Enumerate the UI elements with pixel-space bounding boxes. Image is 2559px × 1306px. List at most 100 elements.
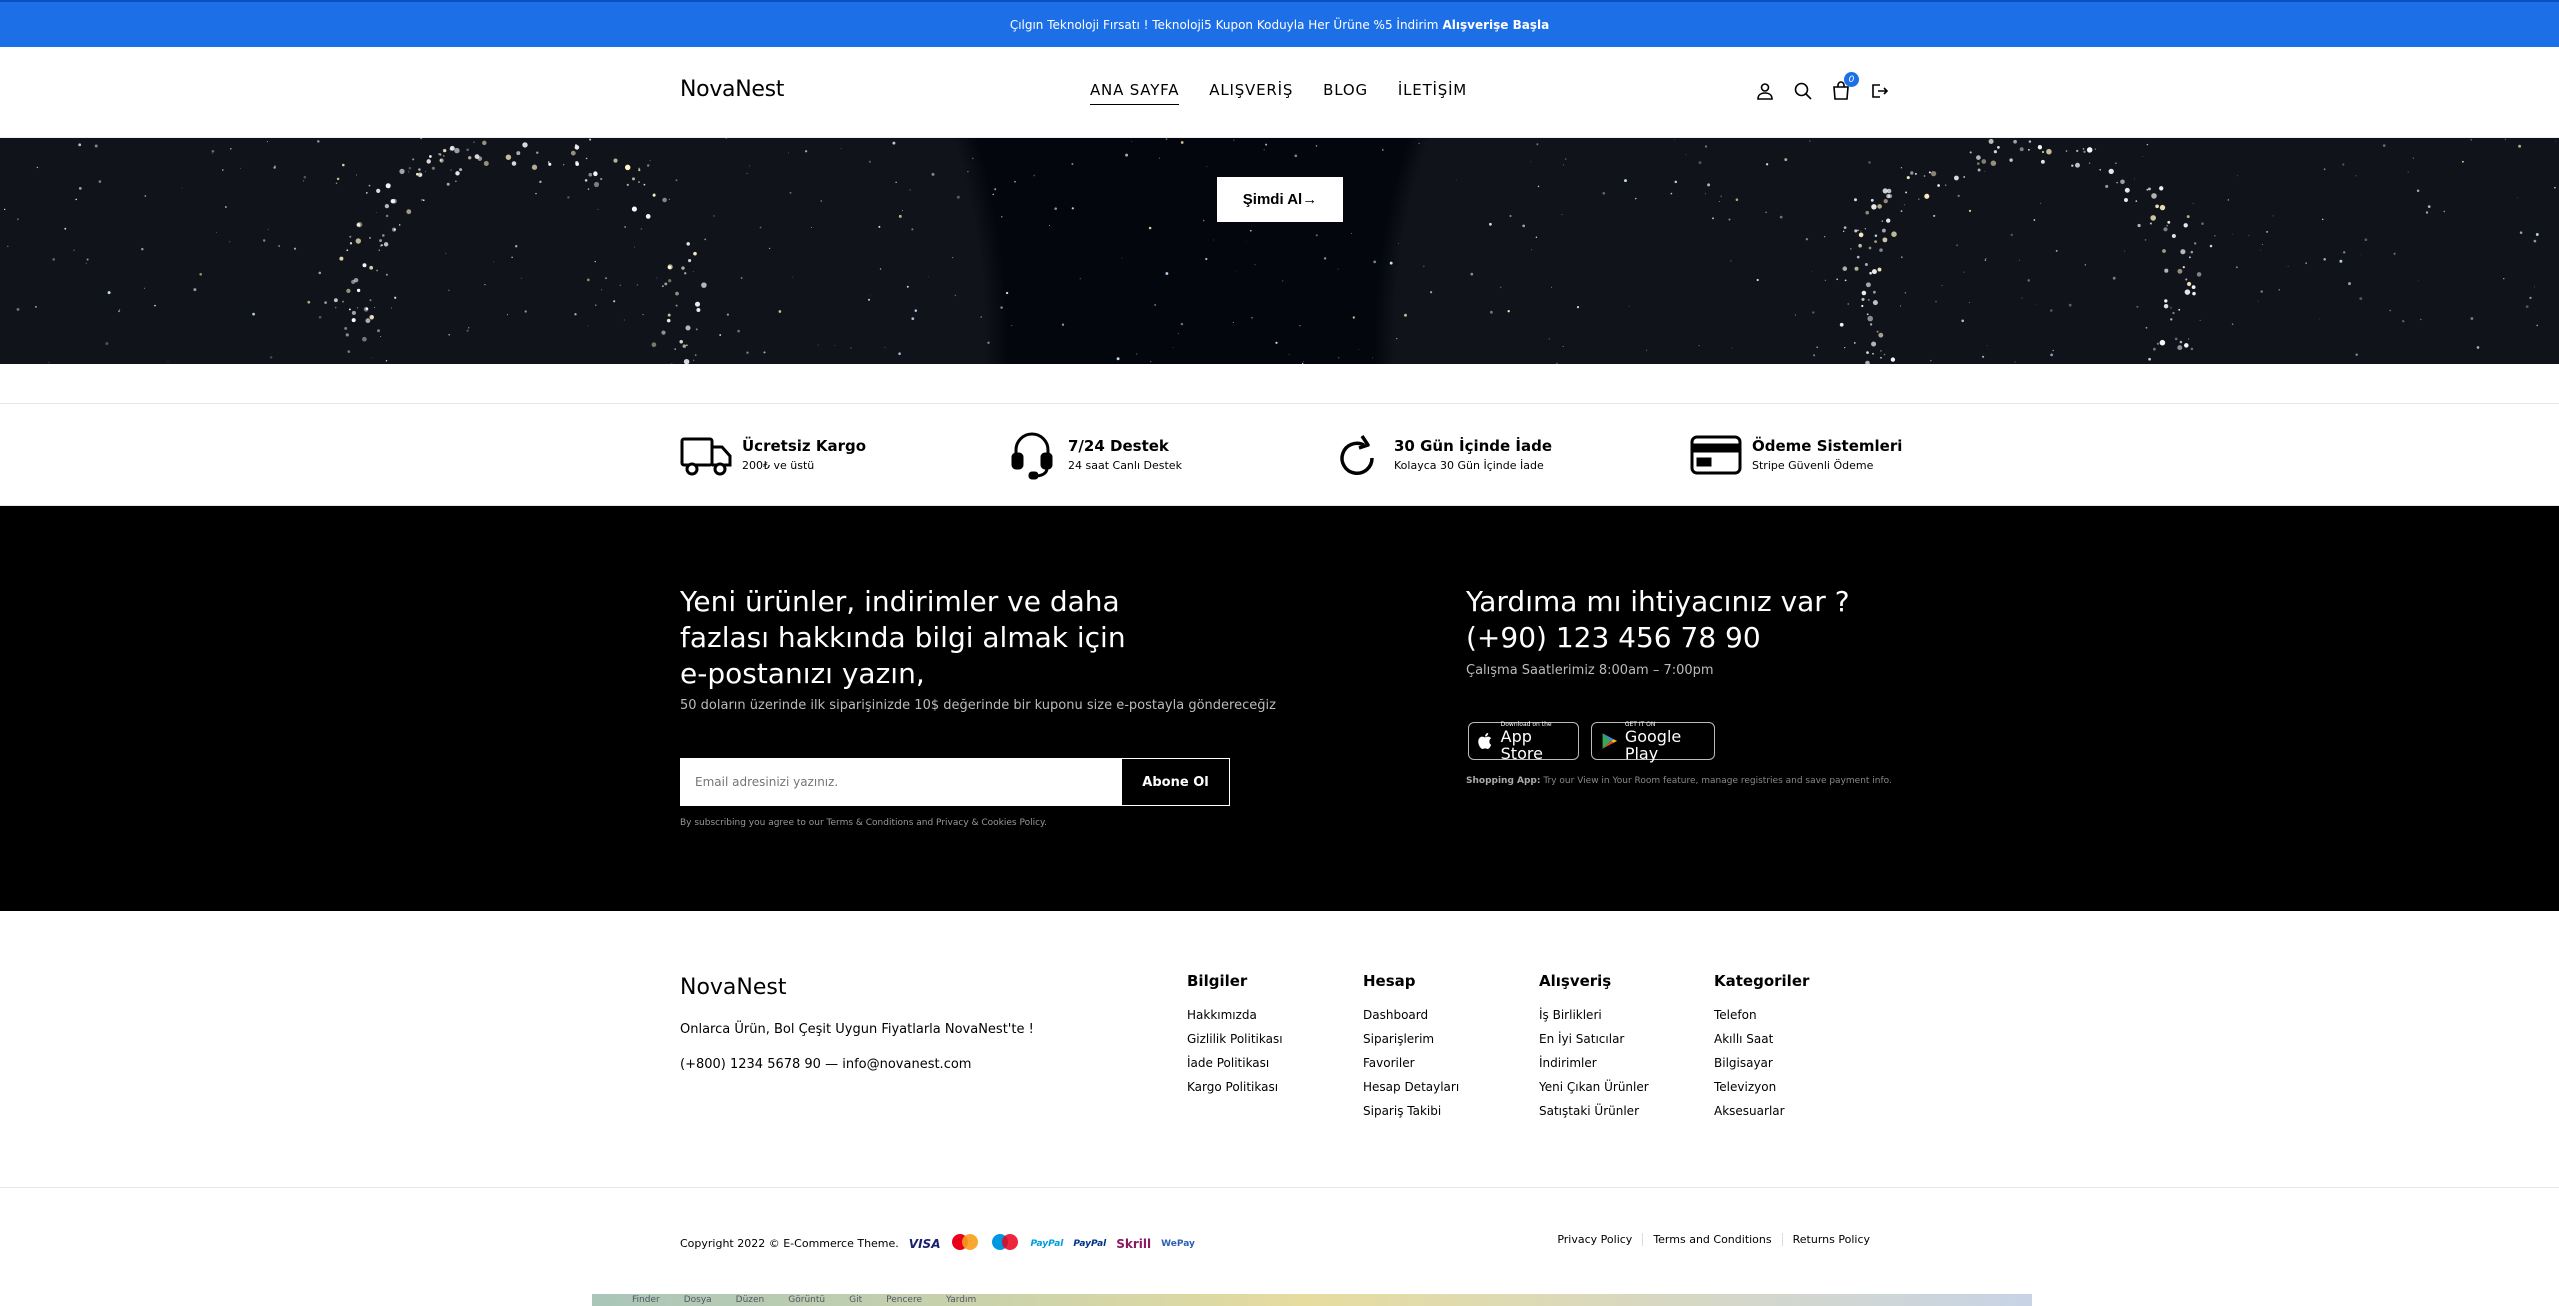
truck-icon	[680, 430, 732, 480]
nav-shop[interactable]: ALIŞVERİŞ	[1209, 81, 1293, 105]
feature-title: Ödeme Sistemleri	[1752, 437, 1903, 455]
footer-link[interactable]: Yeni Çıkan Ürünler	[1539, 1080, 1649, 1094]
paypal-logo: PayPal	[1030, 1238, 1064, 1249]
taskbar-item[interactable]: Dosya	[684, 1295, 712, 1305]
footer-link[interactable]: Siparişlerim	[1363, 1032, 1459, 1046]
footer-link[interactable]: Kargo Politikası	[1187, 1080, 1283, 1094]
refresh-icon	[1332, 430, 1384, 480]
payment-methods: VISA PayPal PayPal Skrill WePay	[909, 1233, 1195, 1254]
cart-count-badge: 0	[1844, 72, 1859, 87]
taskbar-item[interactable]: Git	[849, 1295, 862, 1305]
nav-home[interactable]: ANA SAYFA	[1090, 81, 1180, 105]
wepay-logo: WePay	[1161, 1238, 1195, 1249]
legal-links: Privacy Policy Terms and Conditions Retu…	[1547, 1233, 1880, 1246]
feature-subtitle: Stripe Güvenli Ödeme	[1752, 459, 1874, 472]
footer-link[interactable]: Dashboard	[1363, 1008, 1459, 1022]
headset-icon	[1006, 430, 1058, 480]
feature-subtitle: 200₺ ve üstü	[742, 459, 815, 472]
footer-link[interactable]: En İyi Satıcılar	[1539, 1032, 1649, 1046]
google-play-icon	[1602, 733, 1618, 749]
newsletter-form: Abone Ol	[680, 758, 1230, 806]
maestro-logo	[990, 1233, 1020, 1254]
mastercard-logo	[950, 1233, 980, 1254]
announcement-text: Çılgın Teknoloji Fırsatı ! Teknoloji5 Ku…	[1009, 17, 1439, 32]
google-play-button[interactable]: GET IT ON Google Play	[1591, 721, 1715, 763]
footer-logo[interactable]: NovaNest	[680, 975, 787, 1000]
skrill-logo: Skrill	[1116, 1236, 1152, 1251]
footer-link[interactable]: Satıştaki Ürünler	[1539, 1104, 1649, 1118]
footer-link[interactable]: Akıllı Saat	[1714, 1032, 1809, 1046]
buy-now-button[interactable]: Şimdi Al→	[1217, 177, 1343, 222]
footer-link[interactable]: İade Politikası	[1187, 1056, 1283, 1070]
credit-card-icon	[1690, 430, 1742, 480]
newsletter-subtitle: 50 doların üzerinde ilk siparişinizde 10…	[680, 698, 1276, 713]
nav-contact[interactable]: İLETİŞİM	[1398, 81, 1467, 105]
announcement-bar: Çılgın Teknoloji Fırsatı ! Teknoloji5 Ku…	[0, 0, 2559, 47]
shopping-app-note: Shopping App: Try our View in Your Room …	[1466, 776, 1892, 786]
feature-title: Ücretsiz Kargo	[742, 437, 867, 455]
app-store-button[interactable]: Download on the App Store	[1468, 721, 1579, 763]
logout-icon[interactable]	[1869, 81, 1889, 101]
shopping-app-label: Shopping App:	[1466, 776, 1541, 786]
footer-link[interactable]: Favoriler	[1363, 1056, 1459, 1070]
returns-policy-link[interactable]: Returns Policy	[1781, 1233, 1880, 1246]
footer-link[interactable]: Televizyon	[1714, 1080, 1809, 1094]
hero-banner: Şimdi Al→	[0, 138, 2559, 364]
taskbar-item[interactable]: Düzen	[736, 1295, 765, 1305]
footer-column-title: Alışveriş	[1539, 972, 1612, 990]
feature-subtitle: Kolayca 30 Gün İçinde İade	[1394, 459, 1544, 472]
newsletter-title: Yeni ürünler, indirimler ve daha fazlası…	[680, 585, 1126, 690]
nav-blog[interactable]: BLOG	[1323, 81, 1368, 105]
os-taskbar-partial: Finder Dosya Düzen Görüntü Git Pencere Y…	[592, 1294, 2032, 1306]
paypal-logo-2: PayPal	[1073, 1238, 1107, 1249]
user-icon[interactable]	[1755, 81, 1775, 101]
feature-title: 7/24 Destek	[1068, 437, 1169, 455]
search-icon[interactable]	[1793, 81, 1813, 101]
footer-column-title: Kategoriler	[1714, 972, 1810, 990]
site-logo[interactable]: NovaNest	[680, 77, 784, 102]
visa-logo: VISA	[908, 1236, 941, 1251]
footer-link[interactable]: Hesap Detayları	[1363, 1080, 1459, 1094]
newsletter-section: Yeni ürünler, indirimler ve daha fazlası…	[0, 506, 2559, 911]
announcement-cta-link[interactable]: Alışverişe Başla	[1442, 18, 1549, 32]
footer-link[interactable]: Gizlilik Politikası	[1187, 1032, 1283, 1046]
help-phone[interactable]: (+90) 123 456 78 90	[1466, 620, 1850, 656]
taskbar-item[interactable]: Finder	[632, 1295, 660, 1305]
header-actions: 0	[1755, 72, 1889, 101]
footer-column-title: Bilgiler	[1187, 972, 1248, 990]
help-hours: Çalışma Saatlerimiz 8:00am – 7:00pm	[1466, 663, 1714, 678]
google-play-label: Google Play	[1624, 726, 1682, 763]
taskbar-item[interactable]: Görüntü	[788, 1295, 825, 1305]
shopping-app-text: Try our View in Your Room feature, manag…	[1543, 776, 1892, 786]
footer-link[interactable]: Hakkımızda	[1187, 1008, 1283, 1022]
taskbar-item[interactable]: Yardım	[946, 1295, 976, 1305]
app-store-label: App Store	[1500, 726, 1543, 763]
main-nav: ANA SAYFA ALIŞVERİŞ BLOG İLETİŞİM	[1090, 81, 1467, 105]
terms-link[interactable]: Terms and Conditions	[1642, 1233, 1781, 1246]
footer-column-title: Hesap	[1363, 972, 1416, 990]
taskbar-item[interactable]: Pencere	[886, 1295, 922, 1305]
feature-returns: 30 Gün İçinde İade Kolayca 30 Gün İçinde…	[1332, 430, 1552, 480]
footer-link[interactable]: Bilgisayar	[1714, 1056, 1809, 1070]
features-strip: Ücretsiz Kargo 200₺ ve üstü 7/24 Destek …	[0, 403, 2559, 506]
email-input[interactable]	[681, 759, 1122, 805]
footer-column-account: Hesap Dashboard Siparişlerim Favoriler H…	[1363, 972, 1459, 1128]
feature-subtitle: 24 saat Canlı Destek	[1068, 459, 1182, 472]
footer-column-shopping: Alışveriş İş Birlikleri En İyi Satıcılar…	[1539, 972, 1649, 1128]
privacy-policy-link[interactable]: Privacy Policy	[1547, 1233, 1642, 1246]
footer-link[interactable]: İş Birlikleri	[1539, 1008, 1649, 1022]
footer-divider	[0, 1187, 2559, 1188]
cart-icon[interactable]: 0	[1831, 72, 1859, 101]
feature-shipping: Ücretsiz Kargo 200₺ ve üstü	[680, 430, 866, 480]
newsletter-note: By subscribing you agree to our Terms & …	[680, 818, 1047, 828]
copyright-text: Copyright 2022 © E-Commerce Theme.	[680, 1237, 899, 1250]
footer-link[interactable]: Aksesuarlar	[1714, 1104, 1809, 1118]
footer-link[interactable]: İndirimler	[1539, 1056, 1649, 1070]
footer-bottom: Copyright 2022 © E-Commerce Theme. VISA …	[680, 1233, 1195, 1254]
help-block: Yardıma mı ihtiyacınız var ? (+90) 123 4…	[1466, 584, 1850, 656]
footer-link[interactable]: Telefon	[1714, 1008, 1809, 1022]
site-header: NovaNest ANA SAYFA ALIŞVERİŞ BLOG İLETİŞ…	[0, 47, 2559, 138]
footer-contact: (+800) 1234 5678 90 — info@novanest.com	[680, 1057, 972, 1072]
footer-link[interactable]: Sipariş Takibi	[1363, 1104, 1459, 1118]
subscribe-button[interactable]: Abone Ol	[1122, 759, 1229, 805]
